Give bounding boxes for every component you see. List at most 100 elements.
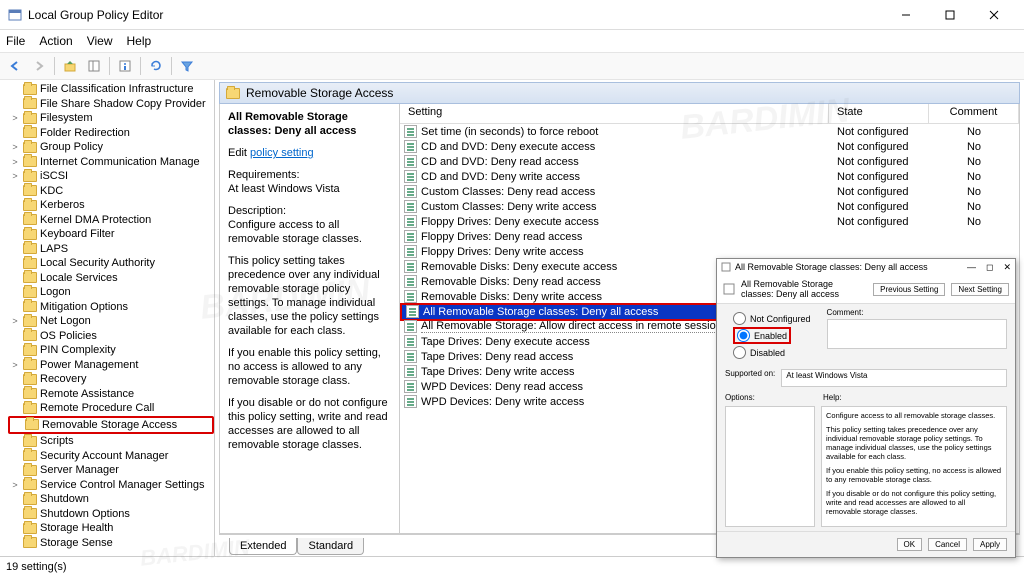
tree-item-label: Service Control Manager Settings (40, 478, 204, 493)
titlebar: Local Group Policy Editor (0, 0, 1024, 30)
tree-item[interactable]: Recovery (8, 372, 214, 387)
tree-item[interactable]: >Group Policy (8, 140, 214, 155)
setting-row[interactable]: CD and DVD: Deny execute accessNot confi… (400, 139, 1019, 154)
tree-item[interactable]: Local Security Authority (8, 256, 214, 271)
selected-setting-title: All Removable Storage classes: Deny all … (228, 110, 391, 138)
tree-item[interactable]: File Classification Infrastructure (8, 82, 214, 97)
folder-icon (23, 359, 37, 370)
tree-item[interactable]: >Internet Communication Manage (8, 155, 214, 170)
col-state[interactable]: State (829, 104, 929, 123)
minimize-button[interactable] (884, 0, 928, 30)
tree-item[interactable]: >Service Control Manager Settings (8, 478, 214, 493)
folder-icon (25, 419, 39, 430)
tree-item-label: Mitigation Options (40, 300, 128, 315)
setting-row[interactable]: Custom Classes: Deny write accessNot con… (400, 199, 1019, 214)
tree-item[interactable]: Shutdown (8, 492, 214, 507)
tree-item[interactable]: Mitigation Options (8, 300, 214, 315)
tree-item-label: iSCSI (40, 169, 68, 184)
tab-extended[interactable]: Extended (229, 538, 297, 555)
radio-disabled[interactable]: Disabled (733, 346, 811, 359)
tree-item[interactable]: Shutdown Options (8, 507, 214, 522)
tree-item-label: Security Account Manager (40, 449, 168, 464)
tree-item[interactable]: Remote Assistance (8, 387, 214, 402)
back-button[interactable] (4, 55, 26, 77)
tree-item[interactable]: >Power Management (8, 358, 214, 373)
tree-item-label: Logon (40, 285, 71, 300)
tree-item[interactable]: >Net Logon (8, 314, 214, 329)
filter-button[interactable] (176, 55, 198, 77)
apply-button[interactable]: Apply (973, 538, 1007, 551)
setting-row[interactable]: CD and DVD: Deny write accessNot configu… (400, 169, 1019, 184)
col-setting[interactable]: Setting (400, 104, 829, 123)
tree-item-label: Local Security Authority (40, 256, 155, 271)
toolbar (0, 52, 1024, 80)
setting-comment: No (929, 171, 1019, 183)
policy-icon (404, 365, 417, 378)
dialog-maximize-icon[interactable]: ◻ (986, 262, 993, 273)
edit-policy-link[interactable]: policy setting (250, 147, 314, 159)
tree-item[interactable]: File Share Shadow Copy Provider (8, 97, 214, 112)
tree-item[interactable]: >iSCSI (8, 169, 214, 184)
dialog-minimize-icon[interactable]: — (967, 262, 976, 272)
tree-item[interactable]: PIN Complexity (8, 343, 214, 358)
maximize-button[interactable] (928, 0, 972, 30)
menu-file[interactable]: File (6, 34, 25, 48)
show-hide-tree-button[interactable] (83, 55, 105, 77)
tree-item-label: Recovery (40, 372, 86, 387)
tree-item[interactable]: Storage Health (8, 521, 214, 536)
requirements-value: At least Windows Vista (228, 182, 391, 196)
tree-item[interactable]: OS Policies (8, 329, 214, 344)
tree-item[interactable]: LAPS (8, 242, 214, 257)
next-setting-button[interactable]: Next Setting (951, 283, 1009, 296)
supported-on-label: Supported on: (725, 369, 775, 387)
tree-item[interactable]: Locale Services (8, 271, 214, 286)
previous-setting-button[interactable]: Previous Setting (873, 283, 945, 296)
folder-icon (23, 508, 37, 519)
folder-icon (23, 113, 37, 124)
tree-pane[interactable]: File Classification InfrastructureFile S… (0, 80, 215, 556)
tab-standard[interactable]: Standard (297, 538, 364, 555)
menu-help[interactable]: Help (127, 34, 152, 48)
policy-icon (404, 155, 417, 168)
close-button[interactable] (972, 0, 1016, 30)
tree-item[interactable]: Folder Redirection (8, 126, 214, 141)
folder-icon (23, 523, 37, 534)
setting-row[interactable]: Set time (in seconds) to force rebootNot… (400, 124, 1019, 139)
comment-label: Comment: (827, 308, 1007, 317)
setting-row[interactable]: Custom Classes: Deny read accessNot conf… (400, 184, 1019, 199)
radio-enabled[interactable]: Enabled (737, 329, 787, 342)
description-p4: If you disable or do not configure this … (228, 396, 391, 452)
tree-item[interactable]: KDC (8, 184, 214, 199)
properties-button[interactable] (114, 55, 136, 77)
tree-item[interactable]: Removable Storage Access (8, 416, 214, 435)
cancel-button[interactable]: Cancel (928, 538, 967, 551)
twisty-icon: > (10, 314, 20, 329)
setting-row[interactable]: Floppy Drives: Deny read access (400, 229, 1019, 244)
tree-item[interactable]: Logon (8, 285, 214, 300)
setting-row[interactable]: Floppy Drives: Deny execute accessNot co… (400, 214, 1019, 229)
col-comment[interactable]: Comment (929, 104, 1019, 123)
policy-icon (404, 260, 417, 273)
tree-item[interactable]: Remote Procedure Call (8, 401, 214, 416)
tree-item[interactable]: Kerberos (8, 198, 214, 213)
menu-action[interactable]: Action (39, 34, 72, 48)
tree-item[interactable]: Storage Sense (8, 536, 214, 551)
up-button[interactable] (59, 55, 81, 77)
setting-row[interactable]: CD and DVD: Deny read accessNot configur… (400, 154, 1019, 169)
setting-row[interactable]: Floppy Drives: Deny write access (400, 244, 1019, 259)
dialog-close-icon[interactable]: ✕ (1003, 262, 1011, 273)
tree-item[interactable]: Server Manager (8, 463, 214, 478)
tree-item[interactable]: >Filesystem (8, 111, 214, 126)
tree-item[interactable]: Scripts (8, 434, 214, 449)
refresh-button[interactable] (145, 55, 167, 77)
folder-icon (23, 465, 37, 476)
folder-icon (23, 98, 37, 109)
ok-button[interactable]: OK (897, 538, 923, 551)
forward-button[interactable] (28, 55, 50, 77)
tree-item[interactable]: Security Account Manager (8, 449, 214, 464)
tree-item[interactable]: Kernel DMA Protection (8, 213, 214, 228)
menu-view[interactable]: View (87, 34, 113, 48)
comment-input[interactable] (827, 319, 1007, 349)
tree-item[interactable]: Keyboard Filter (8, 227, 214, 242)
radio-not-configured[interactable]: Not Configured (733, 312, 811, 325)
